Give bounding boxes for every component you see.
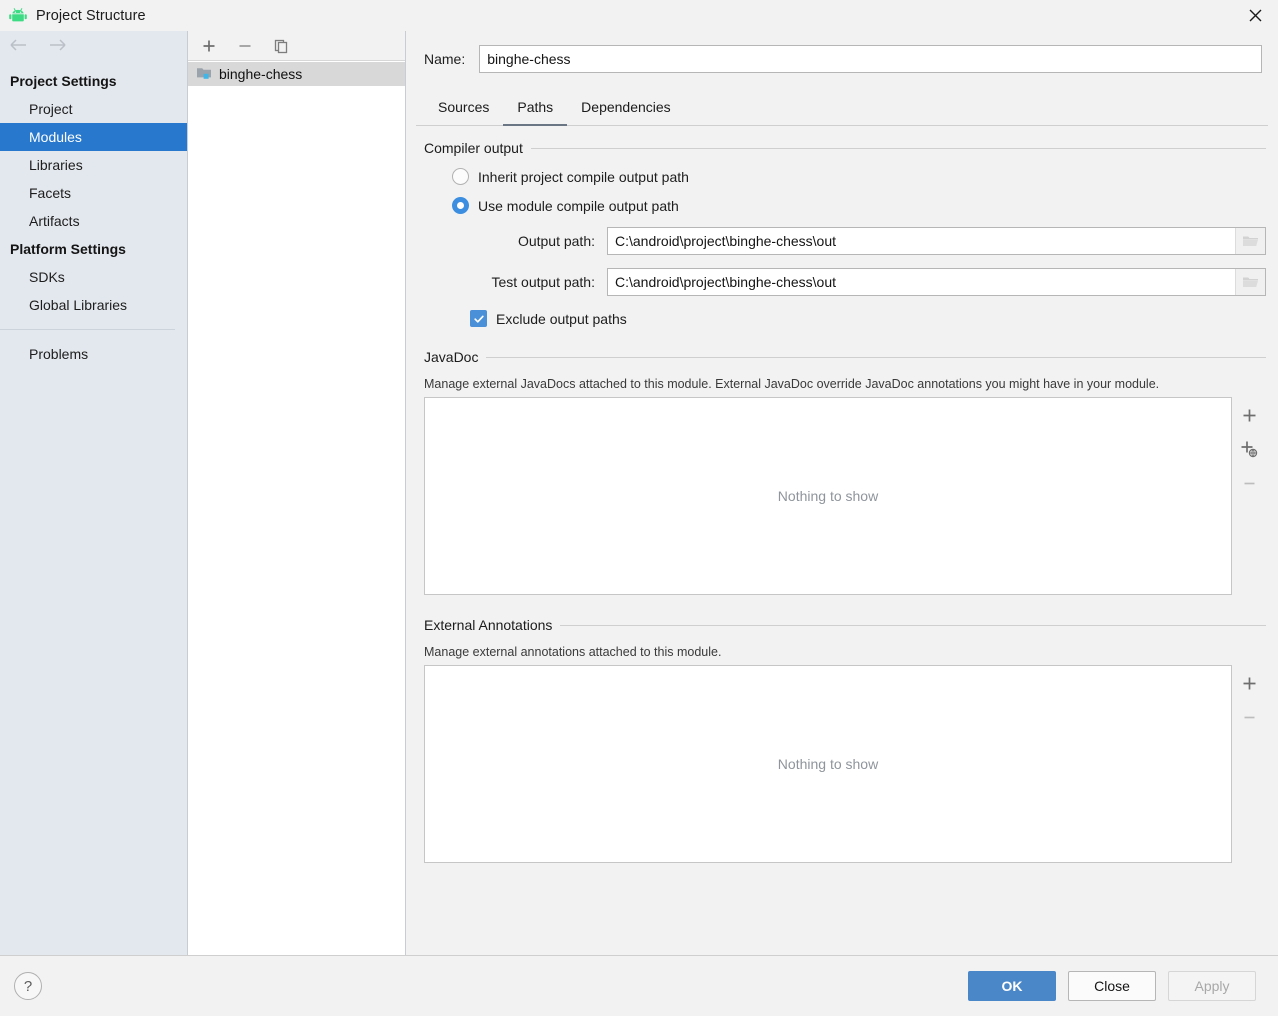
copy-module-button[interactable]	[268, 34, 294, 58]
compiler-output-section-header: Compiler output	[424, 140, 1266, 156]
module-editor: Name: Sources Paths Dependencies Compile…	[406, 31, 1278, 955]
test-output-path-browse-folder-icon[interactable]	[1235, 269, 1265, 295]
javadoc-title: JavaDoc	[424, 349, 479, 365]
compiler-output-title: Compiler output	[424, 140, 523, 156]
module-output-path-radio[interactable]	[452, 197, 469, 214]
help-button[interactable]: ?	[14, 972, 42, 1000]
modules-tree[interactable]: binghe-chess	[188, 61, 405, 955]
modules-toolbar	[188, 31, 405, 61]
sidebar-list: Project Settings Project Modules Librari…	[0, 61, 187, 368]
tab-sources[interactable]: Sources	[424, 93, 503, 126]
dialog-body: Project Settings Project Modules Librari…	[0, 31, 1278, 955]
module-name-label: Name:	[424, 51, 466, 67]
arrow-right-icon[interactable]	[46, 36, 68, 56]
module-tree-item[interactable]: binghe-chess	[188, 62, 405, 86]
module-output-path-radio-row[interactable]: Use module compile output path	[452, 197, 1266, 214]
inherit-output-path-radio-row[interactable]: Inherit project compile output path	[452, 168, 1266, 185]
inherit-output-path-radio[interactable]	[452, 168, 469, 185]
module-output-path-label: Use module compile output path	[478, 197, 679, 214]
arrow-left-icon[interactable]	[8, 36, 30, 56]
apply-button[interactable]: Apply	[1168, 971, 1256, 1001]
modules-panel: binghe-chess	[188, 31, 406, 955]
test-output-path-field	[607, 268, 1266, 296]
javadoc-tools	[1232, 397, 1266, 595]
remove-module-button[interactable]	[232, 34, 258, 58]
exclude-output-paths-checkbox[interactable]	[470, 310, 487, 327]
title-bar: Project Structure	[0, 0, 1278, 31]
annotations-tools	[1232, 665, 1266, 863]
tab-paths[interactable]: Paths	[503, 93, 568, 126]
tab-dependencies[interactable]: Dependencies	[567, 93, 685, 126]
sidebar-item-problems[interactable]: Problems	[0, 340, 187, 368]
module-tabs: Sources Paths Dependencies	[416, 83, 1268, 126]
annotations-listbox-wrap: Nothing to show	[424, 665, 1266, 863]
remove-annotation-button[interactable]	[1236, 705, 1262, 729]
test-output-path-label: Test output path:	[491, 274, 595, 290]
add-annotation-button[interactable]	[1236, 671, 1262, 695]
exclude-output-paths-label: Exclude output paths	[496, 310, 627, 327]
window-title: Project Structure	[36, 7, 146, 24]
sidebar-item-modules[interactable]: Modules	[0, 123, 187, 151]
javadoc-section-header: JavaDoc	[424, 349, 1266, 365]
exclude-output-paths-row[interactable]: Exclude output paths	[470, 310, 1266, 327]
annotations-section-header: External Annotations	[424, 617, 1266, 633]
output-path-browse-folder-icon[interactable]	[1235, 228, 1265, 254]
ok-button[interactable]: OK	[968, 971, 1056, 1001]
sidebar-group-project-settings: Project Settings	[10, 73, 117, 89]
dialog-footer: ? OK Close Apply	[0, 955, 1278, 1016]
check-icon	[473, 315, 484, 323]
module-tree-item-label: binghe-chess	[219, 66, 303, 82]
javadoc-empty-text: Nothing to show	[777, 488, 879, 504]
output-path-label: Output path:	[517, 233, 595, 249]
remove-javadoc-button[interactable]	[1236, 471, 1262, 495]
sidebar-item-project[interactable]: Project	[0, 95, 187, 123]
output-path-row: Output path:	[424, 227, 1266, 255]
sidebar-item-global-libraries[interactable]: Global Libraries	[0, 291, 187, 319]
sidebar-divider	[0, 329, 175, 330]
dialog-action-buttons: OK Close Apply	[968, 971, 1256, 1001]
sidebar-item-artifacts[interactable]: Artifacts	[0, 207, 187, 235]
test-output-path-row: Test output path:	[424, 268, 1266, 296]
module-folder-icon	[196, 65, 212, 83]
close-icon[interactable]	[1232, 0, 1278, 31]
project-structure-dialog: Project Structure Project Settings Proje…	[0, 0, 1278, 1016]
sidebar-item-libraries[interactable]: Libraries	[0, 151, 187, 179]
annotations-empty-text: Nothing to show	[777, 756, 879, 772]
inherit-output-path-label: Inherit project compile output path	[478, 168, 689, 185]
section-rule	[530, 147, 1266, 149]
annotations-description: Manage external annotations attached to …	[424, 645, 722, 659]
sidebar-item-facets[interactable]: Facets	[0, 179, 187, 207]
sidebar-group-platform-settings: Platform Settings	[10, 241, 126, 257]
add-module-button[interactable]	[196, 34, 222, 58]
add-javadoc-url-button[interactable]	[1236, 437, 1262, 461]
close-button[interactable]: Close	[1068, 971, 1156, 1001]
sidebar-item-sdks[interactable]: SDKs	[0, 263, 187, 291]
android-icon	[8, 6, 28, 26]
test-output-path-input[interactable]	[608, 269, 1235, 295]
javadoc-description: Manage external JavaDocs attached to thi…	[424, 377, 1160, 391]
module-name-row: Name:	[406, 31, 1278, 73]
annotations-list[interactable]: Nothing to show	[424, 665, 1232, 863]
sidebar-nav-arrows	[0, 31, 187, 61]
module-name-input[interactable]	[479, 45, 1262, 73]
section-rule	[486, 356, 1266, 358]
javadoc-listbox-wrap: Nothing to show	[424, 397, 1266, 595]
settings-sidebar: Project Settings Project Modules Librari…	[0, 31, 188, 955]
annotations-title: External Annotations	[424, 617, 553, 633]
add-javadoc-button[interactable]	[1236, 403, 1262, 427]
javadoc-list[interactable]: Nothing to show	[424, 397, 1232, 595]
output-path-field	[607, 227, 1266, 255]
paths-tab-panel: Compiler output Inherit project compile …	[406, 126, 1278, 955]
section-rule	[560, 624, 1266, 626]
output-path-input[interactable]	[608, 228, 1235, 254]
